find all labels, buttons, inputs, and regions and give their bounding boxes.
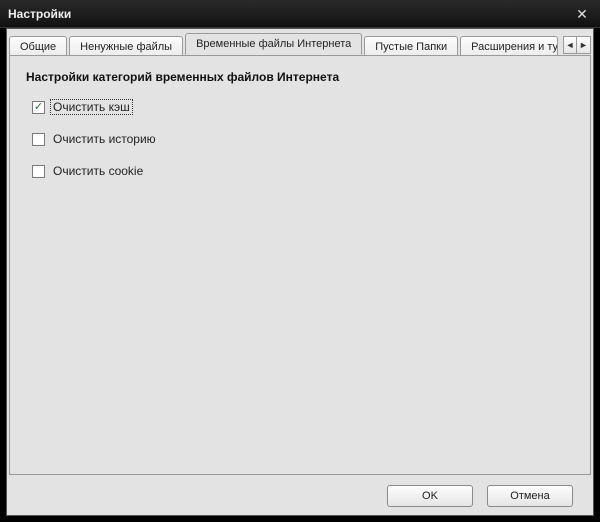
checkbox-clear-cache[interactable]: ✓ <box>32 101 45 114</box>
chevron-right-icon: ► <box>579 40 588 50</box>
option-clear-cache: ✓ Очистить кэш <box>32 100 574 114</box>
section-heading: Настройки категорий временных файлов Инт… <box>26 70 574 84</box>
check-icon: ✓ <box>34 102 43 113</box>
tab-panel: Настройки категорий временных файлов Инт… <box>9 55 591 475</box>
chevron-left-icon: ◄ <box>566 40 575 50</box>
tab-junk-files[interactable]: Ненужные файлы <box>69 36 183 55</box>
cancel-button[interactable]: Отмена <box>487 485 573 507</box>
tab-empty-folders[interactable]: Пустые Папки <box>364 36 458 55</box>
ok-button[interactable]: OK <box>387 485 473 507</box>
tab-scroll-controls: ◄ ► <box>563 36 591 54</box>
checkbox-label-clear-history[interactable]: Очистить историю <box>51 132 158 146</box>
settings-window: Настройки ✕ Общие Ненужные файлы Временн… <box>0 0 600 522</box>
option-clear-history: Очистить историю <box>32 132 574 146</box>
tab-general[interactable]: Общие <box>9 36 67 55</box>
checkbox-label-clear-cookie[interactable]: Очистить cookie <box>51 164 145 178</box>
tab-bar: Общие Ненужные файлы Временные файлы Инт… <box>7 29 593 55</box>
client-area: Общие Ненужные файлы Временные файлы Инт… <box>6 28 594 516</box>
close-icon: ✕ <box>576 7 588 21</box>
window-title: Настройки <box>8 7 572 21</box>
titlebar: Настройки ✕ <box>0 0 600 28</box>
checkbox-clear-cookie[interactable] <box>32 165 45 178</box>
dialog-footer: OK Отмена <box>7 477 593 515</box>
tab-scroll-right[interactable]: ► <box>577 36 591 54</box>
tab-extensions[interactable]: Расширения и ту <box>460 36 558 55</box>
close-button[interactable]: ✕ <box>572 4 592 24</box>
tab-scroll-left[interactable]: ◄ <box>563 36 577 54</box>
option-clear-cookie: Очистить cookie <box>32 164 574 178</box>
checkbox-label-clear-cache[interactable]: Очистить кэш <box>51 100 132 114</box>
checkbox-clear-history[interactable] <box>32 133 45 146</box>
tab-temp-internet-files[interactable]: Временные файлы Интернета <box>185 33 362 55</box>
